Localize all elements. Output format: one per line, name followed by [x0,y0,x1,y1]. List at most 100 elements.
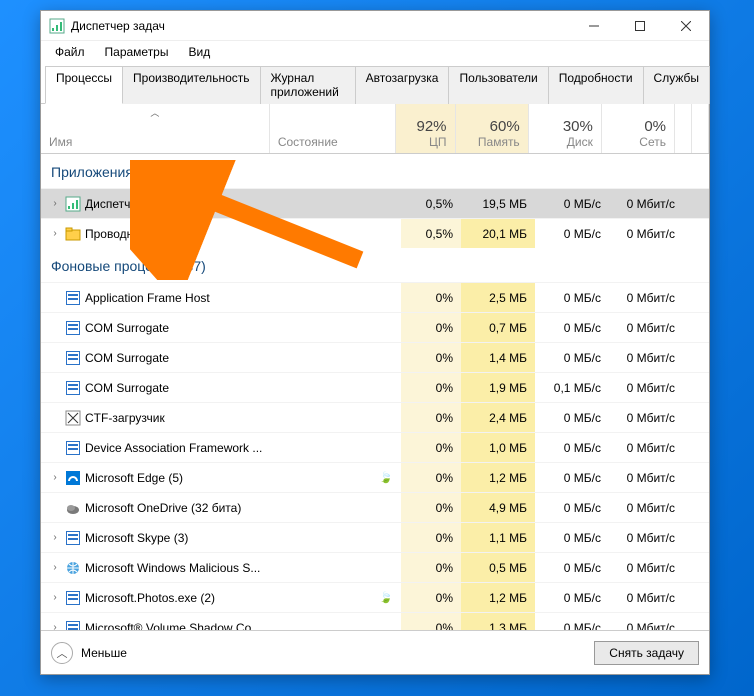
process-mem: 1,2 МБ [461,463,535,492]
expand-toggle[interactable]: › [49,592,61,603]
header-name[interactable]: ︿ Имя [41,104,270,153]
process-net: 0 Мбит/с [609,343,683,372]
tab-app-history[interactable]: Журнал приложений [260,66,356,104]
explorer-icon [65,226,81,242]
tab-users[interactable]: Пользователи [448,66,548,104]
process-name: CTF-загрузчик [85,411,165,425]
process-net: 0 Мбит/с [609,463,683,492]
process-row[interactable]: Device Association Framework ...0%1,0 МБ… [41,432,709,462]
process-state [273,493,401,522]
process-name: Microsoft OneDrive (32 бита) [85,501,241,515]
process-net: 0 Мбит/с [609,613,683,630]
process-name: Microsoft.Photos.exe (2) [85,591,215,605]
process-name: Microsoft Edge (5) [85,471,183,485]
tab-startup[interactable]: Автозагрузка [355,66,450,104]
process-cpu: 0% [401,613,461,630]
sort-indicator-icon: ︿ [150,106,159,119]
process-disk: 0,1 МБ/с [535,373,609,402]
process-state [273,433,401,462]
expand-toggle[interactable]: › [49,472,61,483]
process-state [273,373,401,402]
process-mem: 4,9 МБ [461,493,535,522]
app-icon [65,590,81,606]
onedrive-icon [65,500,81,516]
process-row[interactable]: ›Microsoft Edge (5)🍃0%1,2 МБ0 МБ/с0 Мбит… [41,462,709,492]
process-mem: 1,3 МБ [461,613,535,630]
process-disk: 0 МБ/с [535,343,609,372]
expand-toggle[interactable]: › [49,562,61,573]
process-row[interactable]: ›Диспетчер задач0,5%19,5 МБ0 МБ/с0 Мбит/… [41,188,709,218]
group-background: Фоновые процессы (37) [41,248,709,282]
tab-performance[interactable]: Производительность [122,66,260,104]
process-row[interactable]: ›Microsoft.Photos.exe (2)🍃0%1,2 МБ0 МБ/с… [41,582,709,612]
process-name: Диспетчер задач [85,197,179,211]
app-icon [65,290,81,306]
process-row[interactable]: COM Surrogate0%0,7 МБ0 МБ/с0 Мбит/с [41,312,709,342]
expand-toggle[interactable]: › [49,622,61,630]
process-state [273,613,401,630]
tab-processes[interactable]: Процессы [45,66,123,104]
process-net: 0 Мбит/с [609,493,683,522]
process-row[interactable]: Application Frame Host0%2,5 МБ0 МБ/с0 Мб… [41,282,709,312]
process-state [273,313,401,342]
header-scrollbar-gap [692,104,709,153]
process-name: Проводник [85,227,145,241]
close-button[interactable] [663,11,709,41]
menu-options[interactable]: Параметры [97,43,177,61]
process-name: Device Association Framework ... [85,441,262,455]
end-task-button[interactable]: Снять задачу [594,641,699,665]
header-memory[interactable]: 60% Память [456,104,529,153]
process-row[interactable]: › Проводник 0,5%20,1 МБ0 МБ/с0 Мбит/с [41,218,709,248]
process-list[interactable]: Приложения (2)›Диспетчер задач0,5%19,5 М… [41,154,709,630]
process-mem: 1,2 МБ [461,583,535,612]
header-extra[interactable] [675,104,692,153]
tab-services[interactable]: Службы [643,66,710,104]
header-network[interactable]: 0% Сеть [602,104,675,153]
minimize-button[interactable] [571,11,617,41]
process-net: 0 Мбит/с [609,553,683,582]
process-cpu: 0% [401,313,461,342]
tab-details[interactable]: Подробности [548,66,644,104]
process-name: Microsoft® Volume Shadow Co... [85,621,261,631]
footer: ︿ Меньше Снять задачу [41,630,709,674]
fewer-details-button[interactable]: ︿ [51,642,73,664]
expand-toggle[interactable]: › [49,228,61,239]
process-row[interactable]: COM Surrogate0%1,4 МБ0 МБ/с0 Мбит/с [41,342,709,372]
process-row[interactable]: COM Surrogate0%1,9 МБ0,1 МБ/с0 Мбит/с [41,372,709,402]
globe-icon [65,560,81,576]
expand-toggle[interactable]: › [49,198,61,209]
process-name: COM Surrogate [85,321,169,335]
header-cpu[interactable]: 92% ЦП [396,104,455,153]
process-disk: 0 МБ/с [535,553,609,582]
process-name: Microsoft Skype (3) [85,531,188,545]
menu-view[interactable]: Вид [180,43,218,61]
process-row[interactable]: ›Microsoft Windows Malicious S...0%0,5 М… [41,552,709,582]
process-cpu: 0,5% [401,219,461,248]
process-net: 0 Мбит/с [609,523,683,552]
process-row[interactable]: Microsoft OneDrive (32 бита)0%4,9 МБ0 МБ… [41,492,709,522]
process-net: 0 Мбит/с [609,219,683,248]
process-mem: 0,5 МБ [461,553,535,582]
process-name: Application Frame Host [85,291,210,305]
process-cpu: 0% [401,493,461,522]
process-row[interactable]: ›Microsoft® Volume Shadow Co...0%1,3 МБ0… [41,612,709,630]
process-mem: 20,1 МБ [461,219,535,248]
process-disk: 0 МБ/с [535,583,609,612]
titlebar[interactable]: Диспетчер задач [41,11,709,41]
process-row[interactable]: CTF-загрузчик0%2,4 МБ0 МБ/с0 Мбит/с [41,402,709,432]
process-disk: 0 МБ/с [535,613,609,630]
process-disk: 0 МБ/с [535,463,609,492]
expand-toggle[interactable]: › [49,532,61,543]
app-icon [65,380,81,396]
process-state [273,403,401,432]
process-net: 0 Мбит/с [609,583,683,612]
header-disk[interactable]: 30% Диск [529,104,602,153]
maximize-button[interactable] [617,11,663,41]
process-row[interactable]: ›Microsoft Skype (3)0%1,1 МБ0 МБ/с0 Мбит… [41,522,709,552]
header-state[interactable]: Состояние [270,104,396,153]
menubar: Файл Параметры Вид [41,41,709,63]
menu-file[interactable]: Файл [47,43,93,61]
leaf-icon: 🍃 [379,591,393,604]
process-cpu: 0% [401,403,461,432]
process-disk: 0 МБ/с [535,219,609,248]
